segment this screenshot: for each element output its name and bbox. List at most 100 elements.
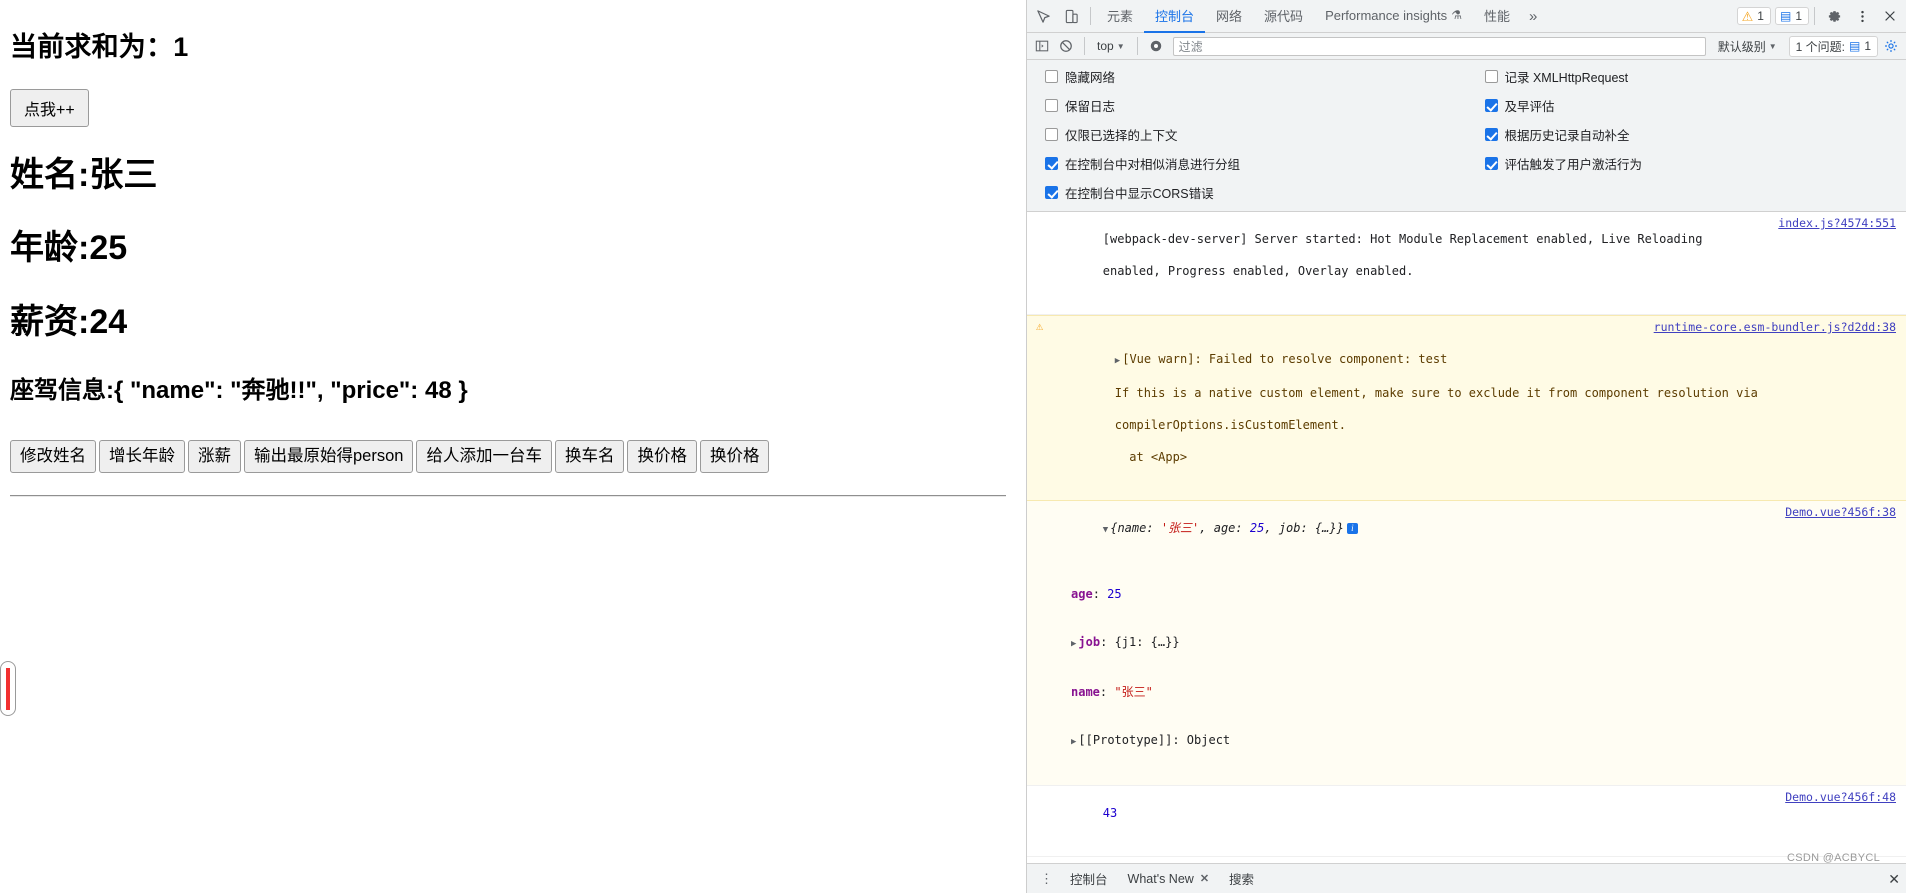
issues-bubble-icon: ▤ xyxy=(1848,39,1861,53)
vue-warn-line2: If this is a native custom element, make… xyxy=(1114,386,1758,400)
expand-arrow-icon-job[interactable]: ▶ xyxy=(1071,639,1076,649)
prop-val-age: 25 xyxy=(1107,587,1122,601)
change-price-button-1[interactable]: 换价格 xyxy=(627,440,697,473)
increase-age-button[interactable]: 增长年龄 xyxy=(99,440,185,473)
message-count-badge[interactable]: ▤ 1 xyxy=(1774,7,1809,25)
drawer-tab-whats-new[interactable]: What's New ✕ xyxy=(1118,872,1220,886)
checkbox-group-similar[interactable] xyxy=(1045,157,1058,170)
chevron-down-icon-2: ▼ xyxy=(1768,41,1777,51)
webpack-msg-line2: enabled, Progress enabled, Overlay enabl… xyxy=(1102,264,1414,278)
tab-elements[interactable]: 元素 xyxy=(1096,0,1144,33)
close-devtools-icon[interactable] xyxy=(1876,2,1904,30)
kebab-menu-icon[interactable] xyxy=(1848,2,1876,30)
checkbox-selected-context-only[interactable] xyxy=(1045,128,1058,141)
vue-warn-line4: at <App> xyxy=(1114,450,1188,464)
setting-hide-network[interactable]: 隐藏网络 xyxy=(1045,67,1467,86)
setting-autocomplete-history-label: 根据历史记录自动补全 xyxy=(1504,129,1630,143)
topbar-separator-2 xyxy=(1814,7,1815,25)
vue-warn-line3: compilerOptions.isCustomElement. xyxy=(1114,418,1346,432)
setting-group-similar[interactable]: 在控制台中对相似消息进行分组 xyxy=(1045,154,1467,173)
more-tabs-icon[interactable]: » xyxy=(1521,0,1545,33)
page-divider xyxy=(10,494,1006,497)
checkbox-hide-network[interactable] xyxy=(1045,70,1058,83)
prop-val-name: "张三" xyxy=(1114,685,1153,699)
checkbox-preserve-log[interactable] xyxy=(1045,99,1058,112)
chevron-down-icon: ▼ xyxy=(1116,41,1125,51)
issues-badge[interactable]: 1 个问题: ▤ 1 xyxy=(1788,35,1878,57)
print-original-person-button[interactable]: 输出最原始得person xyxy=(244,440,414,473)
number-source-link-43[interactable]: Demo.vue?456f:48 xyxy=(1785,789,1896,805)
change-name-button[interactable]: 修改姓名 xyxy=(10,440,96,473)
change-car-name-button[interactable]: 换车名 xyxy=(554,440,625,473)
watermark-text: CSDN @ACBYCL xyxy=(1786,852,1880,864)
drawer-tab-console[interactable]: 控制台 xyxy=(1060,869,1118,888)
webpack-source-link[interactable]: index.js?4574:551 xyxy=(1778,215,1896,231)
raise-salary-button[interactable]: 涨薪 xyxy=(188,440,241,473)
checkbox-log-xhr[interactable] xyxy=(1484,70,1498,83)
setting-user-activation-label: 评估触发了用户激活行为 xyxy=(1504,158,1643,172)
console-filter-input[interactable]: 过滤 xyxy=(1172,36,1706,56)
device-toolbar-icon[interactable] xyxy=(1057,2,1085,30)
tab-performance[interactable]: 性能 xyxy=(1473,0,1521,33)
settings-column-right: 记录 XMLHttpRequest 及早评估 根据历史记录自动补全 评估触发了用… xyxy=(1467,67,1906,202)
checkbox-user-activation[interactable] xyxy=(1484,157,1498,170)
devtools-tab-strip: 元素 控制台 网络 源代码 Performance insights ⚗ 性能 … xyxy=(1096,0,1545,33)
expand-arrow-icon-warn[interactable]: ▶ xyxy=(1115,356,1120,366)
log-row-vue-warning: ⚠ ▶ [Vue warn]: Failed to resolve compone… xyxy=(1027,315,1906,501)
drawer-kebab-icon[interactable]: ⋮ xyxy=(1033,871,1060,887)
action-button-row: 修改姓名 增长年龄 涨薪 输出最原始得person 给人添加一台车 换车名 换价… xyxy=(10,440,1016,473)
issues-count: 1 xyxy=(1864,39,1871,53)
object-source-link[interactable]: Demo.vue?456f:38 xyxy=(1785,504,1896,520)
drawer-close-icon[interactable]: ✕ xyxy=(1888,871,1900,888)
car-info-line: 座驾信息:{ "name": "奔驰!!", "price": 48 } xyxy=(10,377,468,405)
tab-performance-insights[interactable]: Performance insights ⚗ xyxy=(1314,0,1473,33)
setting-autocomplete-history[interactable]: 根据历史记录自动补全 xyxy=(1484,125,1906,144)
info-icon[interactable]: i xyxy=(1346,523,1358,534)
log-row-person-object: ▼ {name: '张三', age: 25, job: {…}} i Demo.v… xyxy=(1027,501,1906,786)
object-prop-job: ▶ job: {j1: {…}} xyxy=(1071,635,1180,649)
tab-sources[interactable]: 源代码 xyxy=(1253,0,1314,33)
setting-log-xhr[interactable]: 记录 XMLHttpRequest xyxy=(1484,67,1906,86)
prop-val-prototype: Object xyxy=(1186,733,1231,747)
devtools-panel: 元素 控制台 网络 源代码 Performance insights ⚗ 性能 … xyxy=(1026,0,1906,893)
setting-eager-eval[interactable]: 及早评估 xyxy=(1484,96,1906,115)
message-bubble-icon: ▤ xyxy=(1779,9,1792,23)
person-age-heading: 年龄:25 xyxy=(10,229,128,268)
clear-console-icon[interactable] xyxy=(1055,36,1077,57)
tab-console[interactable]: 控制台 xyxy=(1144,0,1206,33)
live-expression-eye-icon[interactable] xyxy=(1145,36,1167,57)
prop-key-age: age xyxy=(1071,587,1093,601)
screen-root: 当前求和为：1 点我++ 姓名:张三 年龄:25 薪资:24 座驾信息:{ "n… xyxy=(0,0,1906,893)
issues-label: 1 个问题: xyxy=(1795,39,1845,54)
obj-key-age: age xyxy=(1213,521,1236,535)
collapse-arrow-icon-object[interactable]: ▼ xyxy=(1103,525,1108,535)
checkbox-show-cors-errors[interactable] xyxy=(1045,186,1058,199)
setting-user-activation[interactable]: 评估触发了用户激活行为 xyxy=(1484,154,1906,173)
log-level-selector[interactable]: 默认级别 ▼ xyxy=(1712,38,1783,55)
inspect-element-icon[interactable] xyxy=(1029,2,1057,30)
checkbox-autocomplete-history[interactable] xyxy=(1484,128,1498,141)
devtools-topbar: 元素 控制台 网络 源代码 Performance insights ⚗ 性能 … xyxy=(1027,0,1906,33)
thermometer-widget xyxy=(0,661,16,716)
console-settings-gear-icon[interactable] xyxy=(1880,36,1902,57)
increment-button[interactable]: 点我++ xyxy=(10,89,89,128)
context-selector[interactable]: top ▼ xyxy=(1092,39,1130,53)
setting-preserve-log-label: 保留日志 xyxy=(1065,100,1116,114)
drawer-tab-search[interactable]: 搜索 xyxy=(1219,869,1264,888)
add-car-button[interactable]: 给人添加一台车 xyxy=(416,440,552,473)
expand-arrow-icon-prototype[interactable]: ▶ xyxy=(1071,737,1076,747)
change-price-button-2[interactable]: 换价格 xyxy=(699,440,770,473)
tab-network[interactable]: 网络 xyxy=(1205,0,1253,33)
setting-group-similar-label: 在控制台中对相似消息进行分组 xyxy=(1065,158,1241,172)
gear-icon[interactable] xyxy=(1820,2,1848,30)
setting-show-cors-errors[interactable]: 在控制台中显示CORS错误 xyxy=(1045,183,1467,202)
vue-warn-source-link[interactable]: runtime-core.esm-bundler.js?d2dd:38 xyxy=(1654,319,1896,335)
person-name-heading: 姓名:张三 xyxy=(10,156,158,195)
console-output[interactable]: [webpack-dev-server] Server started: Hot… xyxy=(1027,212,1906,863)
checkbox-eager-eval[interactable] xyxy=(1484,99,1498,112)
warning-count-badge[interactable]: ⚠ 1 xyxy=(1736,7,1771,25)
setting-selected-context-only[interactable]: 仅限已选择的上下文 xyxy=(1045,125,1467,144)
console-sidebar-toggle-icon[interactable] xyxy=(1031,36,1053,57)
close-icon-whats-new[interactable]: ✕ xyxy=(1200,872,1209,885)
setting-preserve-log[interactable]: 保留日志 xyxy=(1045,96,1467,115)
